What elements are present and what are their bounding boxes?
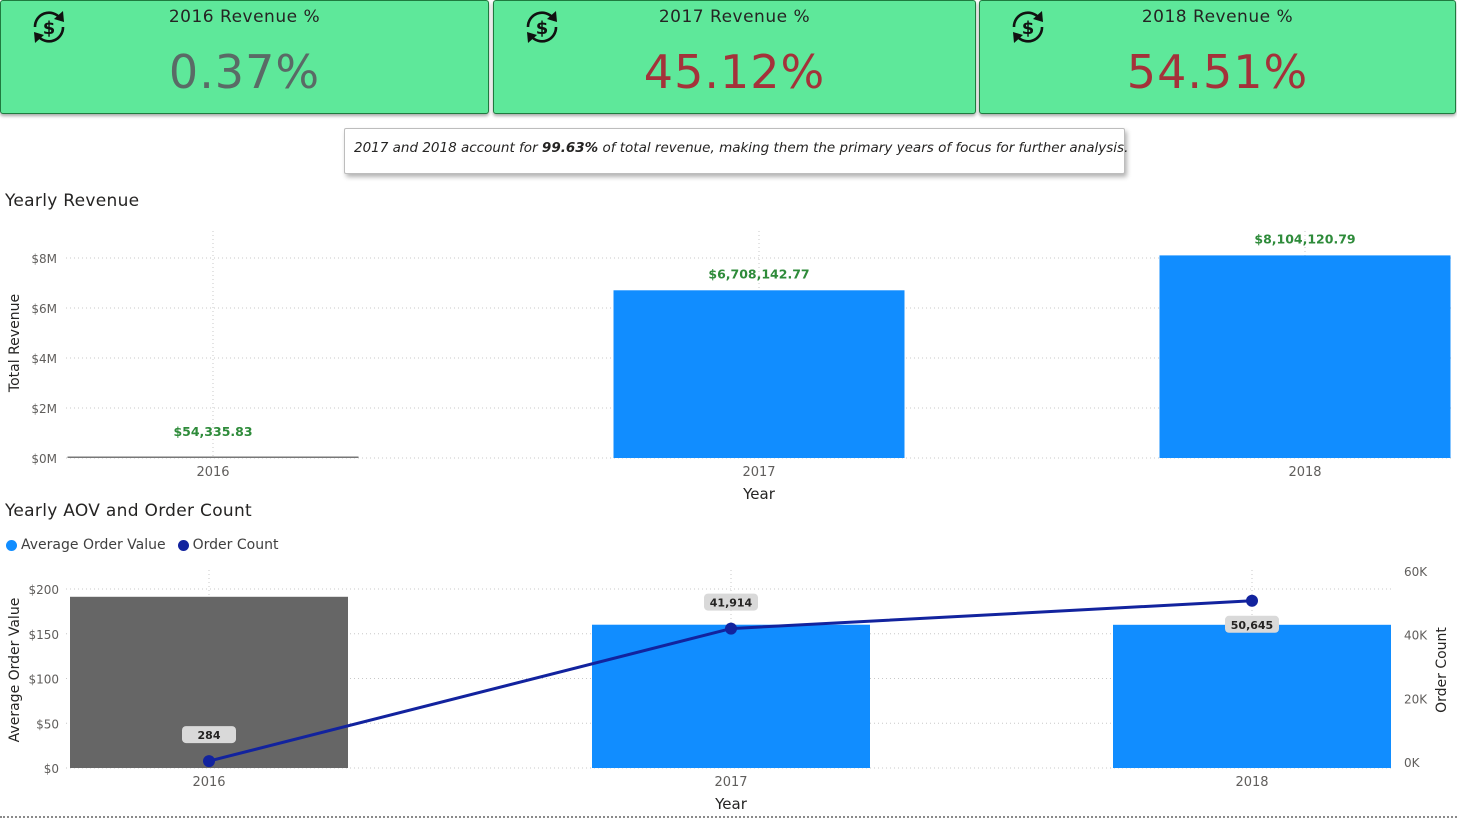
kpi-card-2016: $ 2016 Revenue % 0.37% [0,0,489,114]
kpi-title: 2017 Revenue % [658,7,811,27]
x-tick-label: 2018 [1288,465,1321,480]
y-tick-label: $6M [31,302,57,316]
order-count-data-label: 41,914 [710,597,753,610]
y-tick-label-right: 40K [1404,629,1428,643]
revenue-chart-title: Yearly Revenue [5,191,140,211]
order-count-y-axis-label: Order Count [1434,627,1450,713]
aov-legend: Average Order Value Order Count [6,537,290,555]
note-text-after: of total revenue, making them the primar… [598,140,1129,156]
y-tick-label-left: $100 [28,673,59,687]
y-tick-label-right: 0K [1404,756,1421,770]
aov-bar-2018 [1113,624,1391,768]
revenue-bar-2017 [613,290,905,458]
revenue-data-label: $8,104,120.79 [1254,231,1355,246]
revenue-x-axis-label: Year [742,485,776,503]
aov-x-axis-label: Year [714,795,748,813]
kpi-title: 2016 Revenue % [168,7,321,27]
kpi-value: 54.51% [1126,45,1309,99]
y-tick-label-left: $200 [28,583,59,597]
y-tick-label: $2M [31,402,57,416]
bottom-divider [0,816,1457,818]
y-tick-label: $8M [31,252,57,266]
x-tick-label: 2016 [192,775,225,790]
aov-chart-title: Yearly AOV and Order Count [5,501,253,521]
x-tick-label: 2016 [196,465,229,480]
y-tick-label-right: 60K [1404,565,1428,579]
order-count-point-2016 [203,755,215,768]
aov-bar-2017 [592,624,870,768]
revenue-y-axis-label: Total Revenue [7,294,23,393]
y-tick-label-left: $50 [36,717,59,731]
revenue-data-label: $6,708,142.77 [708,266,809,281]
kpi-value: 0.37% [168,45,321,99]
x-tick-label: 2017 [714,775,747,790]
kpi-title: 2018 Revenue % [1141,7,1294,27]
revenue-data-label: $54,335.83 [173,424,252,439]
x-tick-label: 2018 [1235,775,1268,790]
insight-note: 2017 and 2018 account for 99.63% of tota… [344,128,1129,174]
order-count-point-2018 [1246,594,1258,607]
legend-dot-aov [6,539,17,551]
order-count-data-label: 284 [198,729,221,742]
legend-item-order-count[interactable]: Order Count [177,537,285,553]
note-text-before: 2017 and 2018 account for [354,140,542,156]
order-count-data-label: 50,645 [1231,619,1273,632]
kpi-card-2018: $ 2018 Revenue % 54.51% [979,0,1456,114]
x-tick-label: 2017 [742,465,775,480]
kpi-card-2017: $ 2017 Revenue % 45.12% [493,0,976,114]
y-tick-label: $0M [31,452,57,466]
y-tick-label-left: $0 [44,762,59,776]
yearly-revenue-chart: $54,335.83 $6,708,142.77 $8,104,120.79 $0M… [7,231,1452,503]
legend-label: Average Order Value [21,537,166,553]
revenue-bar-2016 [67,456,359,458]
legend-item-aov[interactable]: Average Order Value [6,537,172,553]
kpi-value: 45.12% [643,45,826,99]
y-tick-label-left: $150 [28,628,59,642]
note-highlight: 99.63% [541,140,599,156]
legend-label: Order Count [192,537,279,553]
y-tick-label-right: 20K [1404,692,1428,706]
legend-dot-order-count [177,539,189,551]
yearly-aov-order-count-chart: 284 41,914 50,645 $0 $50 $100 $150 $200 0K 20K 40… [7,565,1450,813]
y-tick-label: $4M [31,352,57,366]
order-count-point-2017 [725,622,737,635]
revenue-bar-2018 [1159,255,1451,458]
aov-y-axis-label: Average Order Value [7,598,23,743]
